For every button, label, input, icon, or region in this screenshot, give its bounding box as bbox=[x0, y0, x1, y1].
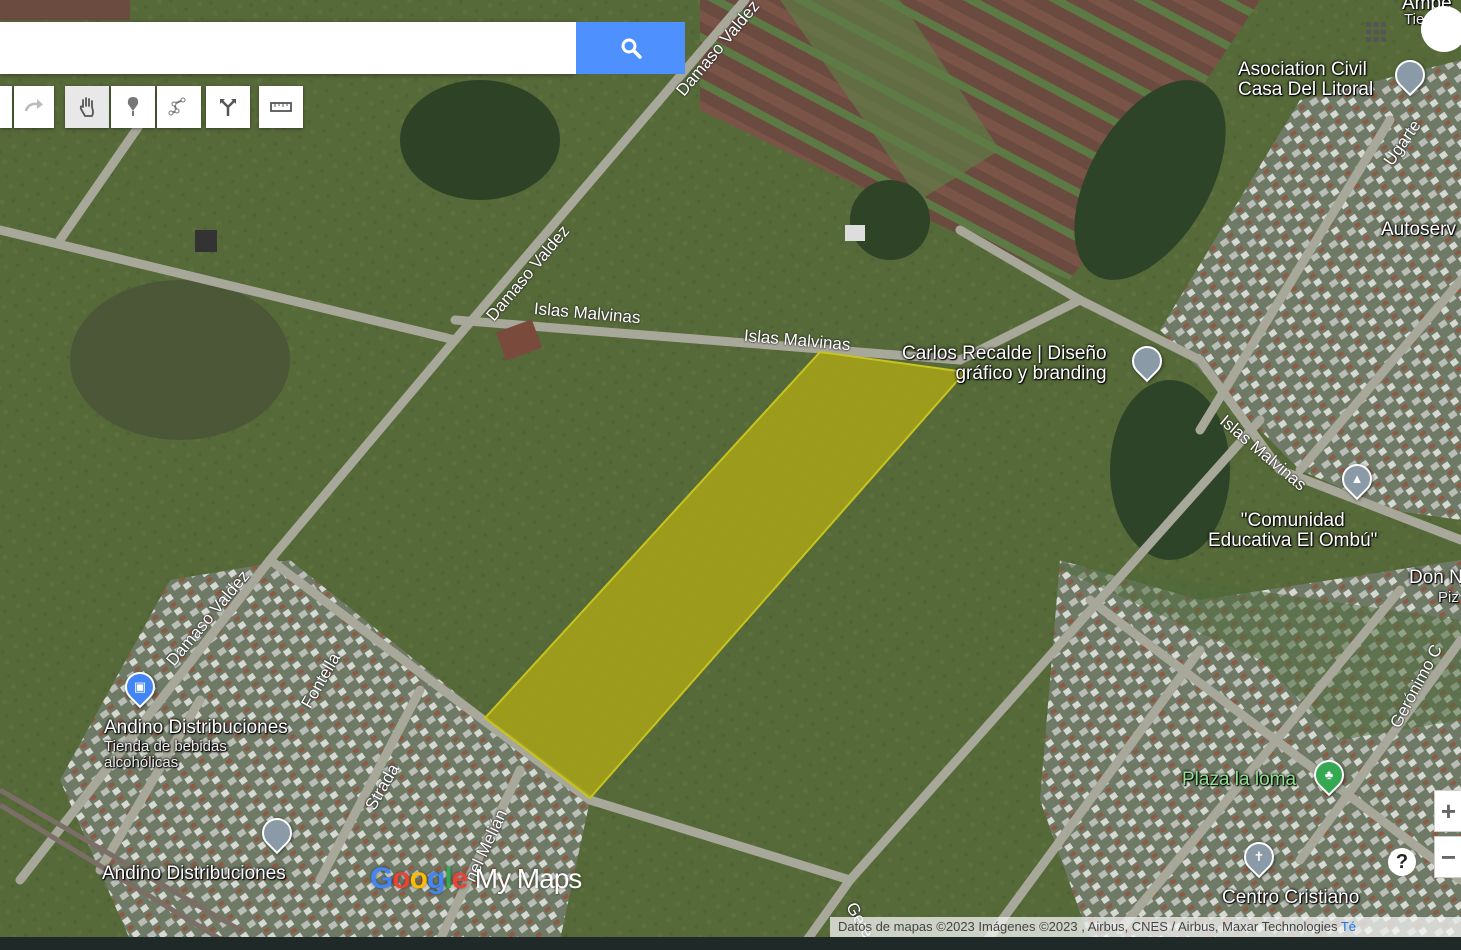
draw-line-icon bbox=[168, 97, 186, 116]
directions-button[interactable] bbox=[206, 86, 250, 128]
map-attribution: Datos de mapas ©2023 Imágenes ©2023 , Ai… bbox=[830, 917, 1461, 937]
place-label-comunidad-educativa[interactable]: "Comunidad Educativa El Ombú" bbox=[1208, 511, 1377, 551]
directions-icon bbox=[220, 99, 236, 116]
place-sublabel-piz: Piz bbox=[1438, 589, 1459, 606]
place-label-plaza-la-loma[interactable]: Plaza la loma bbox=[1182, 770, 1296, 790]
redo-icon bbox=[24, 99, 43, 112]
place-label-don[interactable]: Don N bbox=[1409, 568, 1461, 588]
account-avatar[interactable] bbox=[1421, 6, 1461, 52]
apps-grid-icon[interactable] bbox=[1364, 20, 1388, 44]
help-button[interactable]: ? bbox=[1388, 848, 1416, 876]
marker-icon bbox=[127, 97, 139, 116]
measure-button[interactable] bbox=[259, 86, 303, 128]
draw-line-button[interactable] bbox=[157, 86, 201, 128]
hand-icon bbox=[79, 97, 94, 117]
place-label-centro-cristiano[interactable]: Centro Cristiano bbox=[1222, 888, 1359, 908]
search-icon bbox=[621, 38, 642, 59]
place-sublabel-andino: Tienda de bebidas alcohólicas bbox=[104, 738, 227, 771]
add-marker-button[interactable] bbox=[111, 86, 155, 128]
attribution-text: Datos de mapas ©2023 Imágenes ©2023 , Ai… bbox=[838, 919, 1338, 934]
zoom-out-button[interactable]: − bbox=[1434, 836, 1461, 878]
place-label-asociacion[interactable]: Asociation Civil Casa Del Litoral bbox=[1238, 60, 1373, 100]
satellite-map[interactable] bbox=[0, 0, 1461, 950]
search-input[interactable] bbox=[0, 22, 576, 74]
ruler-icon bbox=[270, 102, 292, 112]
pan-tool-button[interactable] bbox=[65, 86, 109, 128]
bottom-bar bbox=[0, 937, 1461, 950]
place-label-carlos-recalde[interactable]: Carlos Recalde | Diseño gráfico y brandi… bbox=[902, 344, 1107, 384]
zoom-in-button[interactable]: + bbox=[1434, 790, 1461, 832]
undo-button[interactable] bbox=[0, 86, 12, 128]
search-button[interactable] bbox=[576, 22, 685, 74]
redo-button[interactable] bbox=[14, 86, 54, 128]
terms-link[interactable]: Té bbox=[1341, 919, 1356, 934]
google-my-maps-logo: Google My Maps bbox=[370, 862, 583, 895]
place-label-andino-distribuciones-2[interactable]: Andino Distribuciones bbox=[102, 864, 286, 884]
place-label-autoserv[interactable]: Autoserv bbox=[1381, 220, 1456, 240]
my-maps-text: My Maps bbox=[474, 863, 583, 894]
place-label-andino-distribuciones[interactable]: Andino Distribuciones bbox=[104, 718, 288, 738]
